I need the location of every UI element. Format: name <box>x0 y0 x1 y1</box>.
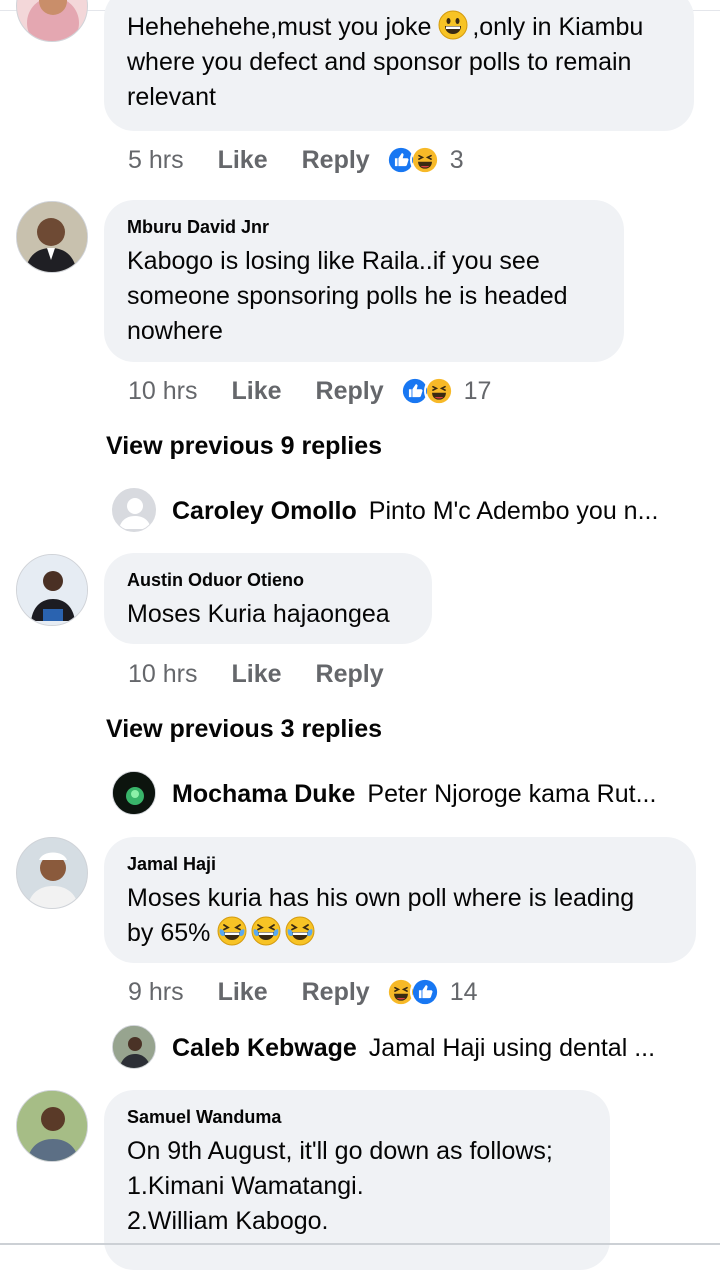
laughing-tears-emoji-icon <box>251 916 281 946</box>
comment-actions: 9 hrs Like Reply 14 <box>128 972 478 1012</box>
comment-text: Moses kuria has his own poll where is le… <box>127 884 635 947</box>
comment-timestamp: 9 hrs <box>128 977 184 1006</box>
reply-button[interactable]: Reply <box>316 377 384 406</box>
comment-actions: 10 hrs Like Reply <box>128 654 400 694</box>
reply-author: Mochama Duke <box>172 779 356 808</box>
like-button[interactable]: Like <box>218 146 268 175</box>
reaction-summary[interactable] <box>399 376 454 406</box>
reply-author: Caleb Kebwage <box>172 1033 357 1062</box>
comment-bubble: Mburu David Jnr Kabogo is losing like Ra… <box>104 200 624 362</box>
reply-snippet: Jamal Haji using dental ... <box>368 1033 656 1062</box>
comment-author[interactable]: Samuel Wanduma <box>127 1106 588 1128</box>
reaction-count: 17 <box>463 376 492 405</box>
haha-reaction-icon <box>423 376 454 406</box>
commenter-avatar[interactable] <box>16 554 88 626</box>
commenter-avatar[interactable] <box>16 0 88 42</box>
comment-text: Moses Kuria hajaongea <box>127 600 390 628</box>
commenter-avatar[interactable] <box>16 837 88 909</box>
like-button[interactable]: Like <box>231 377 281 406</box>
reply-avatar <box>112 1025 156 1069</box>
reply-avatar <box>112 488 156 532</box>
bottom-divider <box>0 1243 720 1245</box>
reply-snippet: Peter Njoroge kama Rut... <box>367 779 657 808</box>
comment-bubble: Jamal Haji Moses kuria has his own poll … <box>104 837 696 963</box>
reply-button[interactable]: Reply <box>316 660 384 689</box>
comment-author[interactable]: Jamal Haji <box>127 853 674 875</box>
comment-timestamp: 10 hrs <box>128 376 198 405</box>
comment-timestamp: 5 hrs <box>128 145 184 174</box>
comment-text: Hehehehehe,must you joke ,only in Kiambu… <box>127 10 672 115</box>
reply-preview[interactable]: Caroley Omollo Pinto M'c Adembo you n... <box>112 488 658 534</box>
reply-avatar <box>112 771 156 815</box>
view-previous-replies-link[interactable]: View previous 9 replies <box>106 432 382 461</box>
reaction-summary[interactable] <box>385 977 440 1007</box>
reaction-count: 3 <box>449 145 464 174</box>
view-previous-replies-link[interactable]: View previous 3 replies <box>106 715 382 744</box>
comment-text: On 9th August, it'll go down as follows;… <box>127 1137 553 1235</box>
comment-bubble: Austin Oduor Otieno Moses Kuria hajaonge… <box>104 553 432 644</box>
comment-text: Kabogo is losing like Raila..if you see … <box>127 247 568 345</box>
reply-button[interactable]: Reply <box>302 146 370 175</box>
comment-actions: 5 hrs Like Reply 3 <box>128 140 464 180</box>
like-button[interactable]: Like <box>231 660 281 689</box>
reply-author: Caroley Omollo <box>172 496 357 525</box>
commenter-avatar[interactable] <box>16 201 88 273</box>
comment-timestamp: 10 hrs <box>128 659 198 688</box>
commenter-avatar[interactable] <box>16 1090 88 1162</box>
laughing-tears-emoji-icon <box>285 916 315 946</box>
like-reaction-icon <box>409 977 440 1007</box>
reply-preview[interactable]: Caleb Kebwage Jamal Haji using dental ..… <box>112 1025 655 1071</box>
reply-button[interactable]: Reply <box>302 978 370 1007</box>
comment-actions: 10 hrs Like Reply 17 <box>128 371 491 411</box>
grinning-emoji-icon <box>438 10 468 40</box>
comment-author[interactable]: Mburu David Jnr <box>127 216 602 238</box>
reply-snippet: Pinto M'c Adembo you n... <box>368 496 659 525</box>
comment-bubble: Hehehehehe,must you joke ,only in Kiambu… <box>104 0 694 131</box>
like-button[interactable]: Like <box>218 978 268 1007</box>
reaction-summary[interactable] <box>385 145 440 175</box>
reaction-count: 14 <box>449 977 478 1006</box>
reply-preview[interactable]: Mochama Duke Peter Njoroge kama Rut... <box>112 771 656 817</box>
laughing-tears-emoji-icon <box>217 916 247 946</box>
haha-reaction-icon <box>409 145 440 175</box>
comment-author[interactable]: Austin Oduor Otieno <box>127 569 410 591</box>
